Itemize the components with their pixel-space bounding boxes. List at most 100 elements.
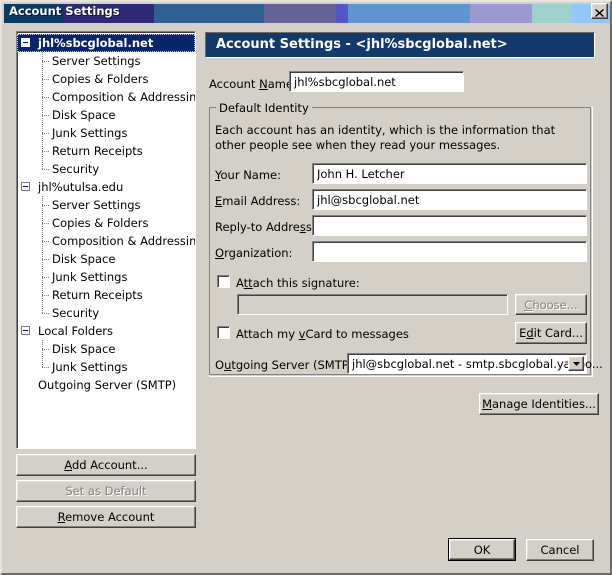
tree-connector xyxy=(42,295,50,296)
identity-description: Each account has an identity, which is t… xyxy=(215,123,556,152)
tree-item-jhl-sbcglobal-net[interactable]: jhl%sbcglobal.net xyxy=(17,34,195,52)
tree-connector xyxy=(42,169,50,170)
attach-signature-checkbox[interactable] xyxy=(217,275,230,288)
tree-item-composition-addressing[interactable]: Composition & Addressing xyxy=(17,232,195,250)
tree-item-disk-space[interactable]: Disk Space xyxy=(17,250,195,268)
tree-item-outgoing-server-smtp[interactable]: Outgoing Server (SMTP) xyxy=(17,376,195,394)
tree-item-local-folders[interactable]: Local Folders xyxy=(17,322,195,340)
tree-expander-icon[interactable] xyxy=(21,182,30,191)
tree-item-server-settings[interactable]: Server Settings xyxy=(17,52,195,70)
add-account-accel: A xyxy=(64,458,72,472)
manage-identities-button[interactable]: Manage Identities... xyxy=(479,393,599,415)
cancel-button-label: Cancel xyxy=(540,543,580,557)
panel-header-title: Account Settings - <jhl%sbcglobal.net> xyxy=(216,37,508,52)
edit-card-accel: d xyxy=(526,326,534,340)
manage-identities-label: anage Identities... xyxy=(492,397,596,411)
titlebar-band-7 xyxy=(532,4,572,23)
tree-item-junk-settings[interactable]: Junk Settings xyxy=(17,124,195,142)
attach-signature-label-accel: tt xyxy=(243,276,253,290)
close-icon[interactable] xyxy=(591,3,608,19)
tree-item-disk-space[interactable]: Disk Space xyxy=(17,106,195,124)
tree-item-security[interactable]: Security xyxy=(17,304,195,322)
account-tree-panel[interactable]: jhl%sbcglobal.net Server Settings Copies &… xyxy=(16,31,196,449)
tree-connector-vertical xyxy=(42,340,43,367)
signature-path-input[interactable] xyxy=(237,294,508,315)
tree-item-label: Junk Settings xyxy=(52,126,128,140)
tree-connector xyxy=(42,115,50,116)
organization-input[interactable] xyxy=(312,241,587,262)
tree-item-label: Local Folders xyxy=(38,324,113,338)
tree-item-label: Composition & Addressing xyxy=(52,234,196,248)
account-name-input[interactable] xyxy=(289,71,464,92)
tree-item-return-receipts[interactable]: Return Receipts xyxy=(17,142,195,160)
tree-connector xyxy=(42,241,50,242)
tree-item-copies-folders[interactable]: Copies & Folders xyxy=(17,214,195,232)
organization-label-post: rganization: xyxy=(224,246,293,260)
tree-item-label: Outgoing Server (SMTP) xyxy=(38,378,177,392)
tree-item-server-settings[interactable]: Server Settings xyxy=(17,196,195,214)
tree-item-security[interactable]: Security xyxy=(17,160,195,178)
tree-connector xyxy=(42,79,50,80)
your-name-label-post: our Name: xyxy=(220,168,282,182)
tree-item-copies-folders[interactable]: Copies & Folders xyxy=(17,70,195,88)
ok-button[interactable]: OK xyxy=(448,538,516,561)
tree-connector-vertical xyxy=(42,52,43,169)
tree-expander-icon[interactable] xyxy=(21,38,30,47)
tree-expander-icon[interactable] xyxy=(21,326,30,335)
tree-connector xyxy=(42,151,50,152)
tree-item-label: Copies & Folders xyxy=(52,72,149,86)
reply-to-address-input[interactable] xyxy=(312,215,587,236)
titlebar-band-6 xyxy=(470,4,532,23)
tree-item-return-receipts[interactable]: Return Receipts xyxy=(17,286,195,304)
smtp-label-post: tgoing Server (SMTP): xyxy=(231,358,358,372)
your-name-input[interactable] xyxy=(312,163,587,184)
add-account-button[interactable]: Add Account... xyxy=(16,454,196,476)
set-as-default-button[interactable]: Set as Default xyxy=(16,480,196,502)
tree-connector xyxy=(42,97,50,98)
set-as-default-label: Set as Default xyxy=(65,484,147,498)
default-identity-group-title: Default Identity xyxy=(216,101,312,115)
attach-vcard-checkbox[interactable] xyxy=(217,326,230,339)
cancel-button[interactable]: Cancel xyxy=(526,539,594,561)
attach-signature-label-pre: A xyxy=(236,276,244,290)
attach-signature-label-post: ach this signature: xyxy=(252,276,360,290)
outgoing-server-select[interactable]: jhl@sbcglobal.net - smtp.sbcglobal.yahoo… xyxy=(347,353,603,374)
tree-item-jhl-utulsa-edu[interactable]: jhl%utulsa.edu xyxy=(17,178,195,196)
your-name-label: Your Name: xyxy=(215,168,281,182)
edit-card-button[interactable]: Edit Card... xyxy=(515,322,587,344)
titlebar-band-5 xyxy=(348,4,470,23)
account-name-label-accel: N xyxy=(259,77,268,91)
tree-connector xyxy=(42,277,50,278)
account-name-label: Account Name: xyxy=(209,77,297,91)
tree-connector xyxy=(42,205,50,206)
tree-item-label: Return Receipts xyxy=(52,144,143,158)
titlebar-band-3 xyxy=(264,4,336,23)
tree-item-junk-settings[interactable]: Junk Settings xyxy=(17,268,195,286)
smtp-label: Outgoing Server (SMTP): xyxy=(215,358,357,372)
tree-connector xyxy=(42,61,50,62)
tree-item-label: Security xyxy=(52,162,100,176)
tree-item-label: Junk Settings xyxy=(52,270,128,284)
tree-item-label: Junk Settings xyxy=(52,360,128,374)
tree-item-composition-addressing[interactable]: Composition & Addressing xyxy=(17,88,195,106)
ok-button-label: OK xyxy=(473,542,491,557)
tree-item-label: Disk Space xyxy=(52,342,116,356)
email-address-input[interactable] xyxy=(312,189,587,210)
ok-button-inner: OK xyxy=(449,539,515,560)
tree-item-label: Composition & Addressing xyxy=(52,90,196,104)
attach-vcard-label-post: Card to messages xyxy=(305,327,409,341)
panel-header: Account Settings - <jhl%sbcglobal.net> xyxy=(205,32,595,58)
titlebar-band-4 xyxy=(336,4,348,23)
tree-item-label: Disk Space xyxy=(52,108,116,122)
edit-card-label-post: it Card... xyxy=(533,326,583,340)
tree-connector-vertical xyxy=(42,196,43,313)
tree-item-label: Copies & Folders xyxy=(52,216,149,230)
tree-item-label: Security xyxy=(52,306,100,320)
account-name-label-pre: Account xyxy=(209,77,260,91)
tree-item-junk-settings[interactable]: Junk Settings xyxy=(17,358,195,376)
chevron-down-icon[interactable] xyxy=(568,356,584,371)
choose-signature-button[interactable]: Choose... xyxy=(515,294,587,315)
attach-signature-label: Attach this signature: xyxy=(236,276,360,290)
remove-account-button[interactable]: Remove Account xyxy=(16,506,196,528)
tree-item-disk-space[interactable]: Disk Space xyxy=(17,340,195,358)
